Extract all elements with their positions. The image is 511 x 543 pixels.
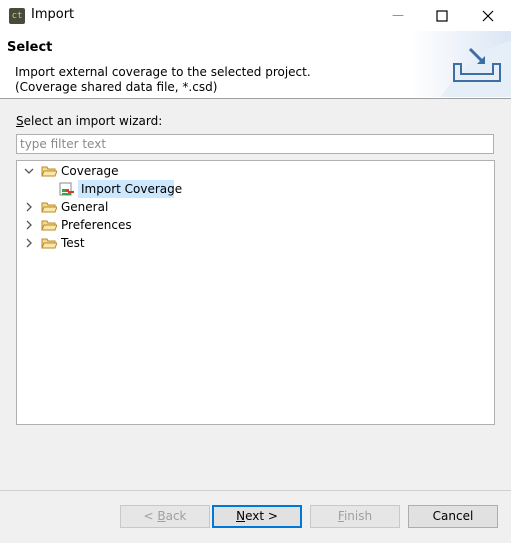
next-button-label: ext > [245,509,278,523]
back-button-mnemonic: B [157,509,166,523]
next-button-mnemonic: N [236,509,246,523]
tree-item-preferences[interactable]: Preferences [17,216,494,234]
coverage-import-icon [59,182,74,196]
chevron-right-icon[interactable] [23,216,35,234]
wizard-select-label: Select an import wizard: [16,114,162,128]
chevron-right-icon[interactable] [23,198,35,216]
tree-item-label: Import Coverage [81,182,183,196]
cancel-button[interactable]: Cancel [408,505,498,528]
wizard-label-text: elect an import wizard: [23,114,163,128]
button-bar-separator [0,490,511,491]
back-button-prefix: < [143,509,158,523]
next-button[interactable]: Next > [212,505,302,528]
maximize-button[interactable] [419,0,465,31]
finish-button[interactable]: Finish [310,505,400,528]
finish-button-label: inish [343,509,373,523]
tree-item-general[interactable]: General [17,198,494,216]
filter-input[interactable] [16,134,494,154]
wizard-label-mnemonic: S [16,114,24,128]
tree-item-label: General [61,200,109,214]
page-title: Select [7,40,53,55]
close-icon [482,10,494,21]
app-icon: ct [9,8,25,24]
title-bar: ct Import — [0,0,511,31]
wizard-banner: Select Import external coverage to the s… [0,31,511,99]
page-description: Import external coverage to the selected… [15,65,311,94]
tree-item-label: Preferences [61,218,132,232]
back-button[interactable]: < Back [120,505,210,528]
tree-item-import-coverage[interactable]: Import Coverage [17,180,494,198]
chevron-down-icon[interactable] [23,162,35,180]
chevron-right-icon[interactable] [23,234,35,252]
window-title: Import [31,7,75,22]
wizard-tree[interactable]: Coverage Import Coverage General Prefere… [16,160,495,425]
tree-item-coverage[interactable]: Coverage [17,162,494,180]
folder-open-icon [41,166,57,177]
back-button-label: ack [165,509,187,523]
import-wizard-banner-icon [411,31,511,97]
folder-open-icon [41,202,57,213]
minimize-button[interactable]: — [375,0,421,31]
tree-item-label: Coverage [61,164,119,178]
folder-open-icon [41,220,57,231]
close-button[interactable] [465,0,511,31]
tree-item-test[interactable]: Test [17,234,494,252]
maximize-icon [436,9,448,22]
tree-item-label: Test [61,236,85,250]
folder-open-icon [41,238,57,249]
